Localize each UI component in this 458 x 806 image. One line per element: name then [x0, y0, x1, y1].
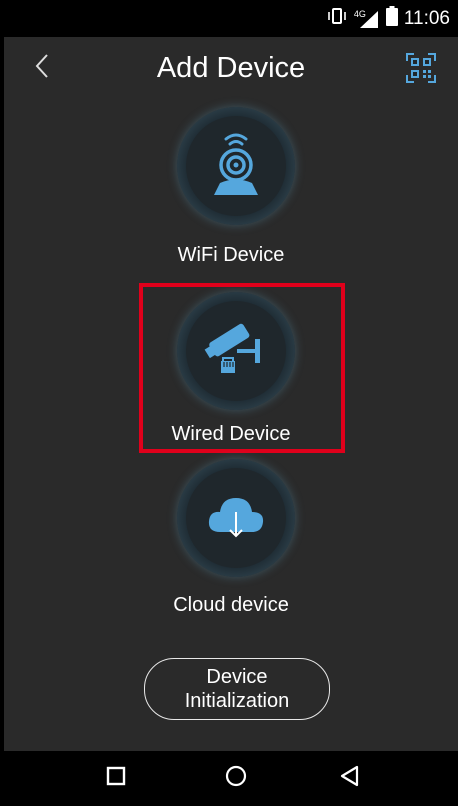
- cloud-download-icon: [206, 492, 266, 545]
- cloud-device-option[interactable]: Cloud device: [4, 459, 458, 629]
- highlight-box: [139, 283, 345, 453]
- wifi-camera-icon: [204, 129, 268, 204]
- device-initialization-button[interactable]: Device Initialization: [144, 658, 330, 720]
- navigation-bar: [0, 751, 458, 806]
- wifi-device-option[interactable]: WiFi Device: [4, 105, 458, 275]
- wifi-device-ring-inner: [186, 116, 286, 216]
- recent-apps-button[interactable]: [86, 751, 146, 806]
- back-nav-button[interactable]: [320, 751, 380, 806]
- app-content: Add Device WiFi Device Wired Device Clou…: [4, 37, 458, 751]
- vibrate-icon: [326, 7, 348, 30]
- qr-scan-button[interactable]: [406, 53, 436, 83]
- wifi-device-label: WiFi Device: [177, 244, 285, 266]
- cloud-device-ring: [177, 459, 295, 577]
- header: Add Device: [4, 37, 458, 99]
- network-type-label: 4G: [353, 8, 366, 19]
- status-icons: 4G 11:06: [326, 0, 450, 37]
- cloud-device-label: Cloud device: [173, 594, 289, 616]
- battery-icon: [385, 6, 398, 31]
- home-button[interactable]: [206, 751, 266, 806]
- recent-apps-icon: [106, 766, 126, 791]
- cloud-device-ring-inner: [186, 468, 286, 568]
- home-icon: [225, 765, 247, 792]
- init-button-line2: Initialization: [184, 690, 290, 712]
- wifi-device-ring: [177, 107, 295, 225]
- status-time: 11:06: [403, 7, 450, 29]
- init-button-line1: Device: [206, 666, 268, 688]
- page-title: Add Device: [156, 52, 306, 84]
- back-triangle-icon: [339, 765, 361, 792]
- cellular-signal-icon: 4G: [354, 9, 380, 29]
- qr-code-scan-icon: [406, 53, 436, 87]
- status-bar: 4G 11:06: [0, 0, 458, 37]
